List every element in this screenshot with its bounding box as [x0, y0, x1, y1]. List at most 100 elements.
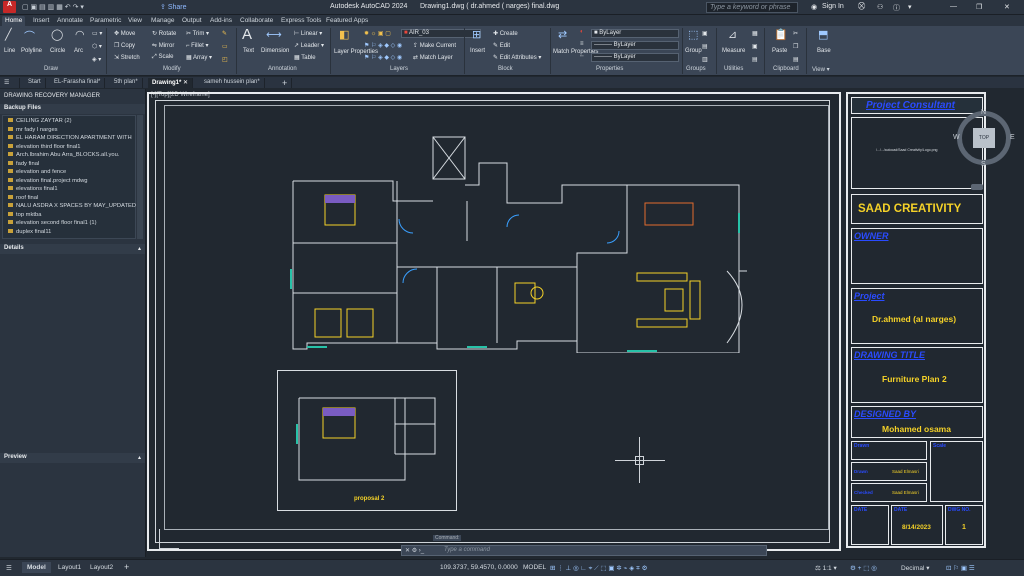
fillet-button[interactable]: ⌐ Fillet ▾: [186, 42, 209, 49]
paste-button[interactable]: Paste: [772, 48, 787, 54]
share-button[interactable]: ⇪ Share: [160, 3, 187, 11]
edit-button[interactable]: ✎ Edit: [493, 42, 510, 49]
draw-extra-icons[interactable]: ▭ ▾ ⬡ ▾ ◈ ▾: [92, 30, 102, 63]
group-icon[interactable]: ⬚: [688, 28, 698, 41]
doc-tab-start[interactable]: Start: [24, 78, 46, 88]
copy-button[interactable]: ❐ Copy: [114, 42, 135, 49]
signin-button[interactable]: Sign In: [822, 3, 844, 10]
layout1-tab[interactable]: Layout1: [58, 564, 81, 571]
arc-icon[interactable]: ◠: [75, 28, 85, 41]
groups-panel-label[interactable]: Groups: [686, 66, 706, 72]
lineweight-icon[interactable]: ≡: [580, 41, 584, 47]
clipboard-panel-label[interactable]: Clipboard: [773, 66, 799, 72]
doc-tab-sameh[interactable]: sameh hussein plan*: [200, 78, 265, 88]
paste-icon[interactable]: 📋: [774, 28, 788, 41]
wcs-menu[interactable]: [971, 184, 983, 190]
drawing-canvas[interactable]: [-][Top][2D Wireframe] proposal 2 Projec…: [147, 89, 1024, 557]
file-item[interactable]: elevation third floor final1: [8, 144, 80, 150]
file-item[interactable]: elevation and fence: [8, 169, 66, 175]
file-item[interactable]: elevation final.project mdwg: [8, 178, 88, 184]
color-wheel-icon[interactable]: ◐: [580, 29, 584, 35]
minimize-button[interactable]: —: [950, 3, 957, 10]
linetype-icon[interactable]: ┄: [580, 53, 584, 60]
utility-tools-icons[interactable]: ▦ ▣ ▤: [752, 30, 758, 63]
tab-parametric[interactable]: Parametric: [87, 16, 124, 26]
viewcube-south[interactable]: S: [981, 161, 986, 168]
tab-view[interactable]: View: [125, 16, 145, 26]
tab-manage[interactable]: Manage: [148, 16, 178, 26]
line-icon[interactable]: ╱: [5, 28, 12, 41]
doc-tab-5th-plan[interactable]: 5th plan*: [110, 78, 143, 88]
rotate-button[interactable]: ↻ Rotate: [152, 30, 176, 37]
doc-tab-drawing1[interactable]: Drawing1* ✕: [148, 78, 194, 88]
file-item[interactable]: top mktba: [8, 212, 41, 218]
command-icons[interactable]: ✕ ⚙ ›_: [405, 547, 424, 554]
circle-button[interactable]: Circle: [50, 48, 65, 54]
make-current-button[interactable]: ⇪ Make Current: [413, 42, 456, 49]
move-button[interactable]: ✥ Move: [114, 30, 135, 37]
array-button[interactable]: ▦ Array ▾: [186, 54, 212, 61]
clipboard-tools-icons[interactable]: ✂ ❐ ▤: [793, 30, 799, 63]
viewcube-north[interactable]: N: [981, 109, 986, 116]
measure-icon[interactable]: ⊿: [728, 28, 737, 41]
insert-button[interactable]: Insert: [470, 48, 485, 54]
command-input[interactable]: Type a command: [444, 547, 490, 553]
maximize-button[interactable]: ❐: [976, 3, 982, 11]
help-icon[interactable]: ⓘ: [893, 3, 900, 13]
insert-icon[interactable]: ⊞: [472, 28, 481, 41]
search-input[interactable]: Type a keyword or phrase: [706, 2, 798, 13]
tab-express-tools[interactable]: Express Tools: [278, 16, 324, 26]
layer-tools2-icons[interactable]: ⚑ ⚐ ◈ ◆ ◇ ◉: [364, 54, 402, 61]
polyline-button[interactable]: Polyline: [21, 48, 42, 54]
circle-icon[interactable]: ◯: [51, 28, 63, 41]
backup-files-header[interactable]: Backup Files: [0, 104, 145, 114]
file-item[interactable]: elevation second floor final1 (1): [8, 220, 97, 226]
line-button[interactable]: Line: [4, 48, 15, 54]
file-item[interactable]: duplex final11: [8, 229, 51, 235]
file-item[interactable]: roof final: [8, 195, 38, 201]
group-tools-icons[interactable]: ▣ ▤ ▥: [702, 30, 708, 63]
add-layout-button[interactable]: +: [124, 562, 129, 572]
file-item[interactable]: CEILING ZAYTAR (2): [8, 118, 72, 124]
community-icon[interactable]: ⚇: [877, 3, 883, 11]
layout-menu-icon[interactable]: ☰: [6, 564, 12, 572]
scale-button[interactable]: ⤢ Scale: [152, 54, 173, 61]
mirror-button[interactable]: ⇋ Mirror: [152, 42, 174, 49]
file-item[interactable]: mr fady l narges: [8, 127, 58, 133]
layers-panel-label[interactable]: Layers: [390, 66, 408, 72]
trim-button[interactable]: ✂ Trim ▾: [186, 30, 209, 37]
viewcube-east[interactable]: E: [1010, 134, 1015, 141]
annotation-panel-label[interactable]: Annotation: [268, 66, 297, 72]
details-header[interactable]: Details ▴: [0, 244, 145, 254]
menu-icon[interactable]: ☰: [0, 78, 20, 88]
base-icon[interactable]: ⬒: [818, 28, 828, 41]
model-tab[interactable]: Model: [22, 562, 51, 573]
status-extra-icons[interactable]: ⊡ ⚐ ▣ ☰: [946, 564, 975, 572]
group-button[interactable]: Group: [685, 48, 702, 54]
doc-tab-elfarasha[interactable]: EL-Farasha final*: [50, 78, 106, 88]
arc-button[interactable]: Arc: [74, 48, 83, 54]
text-icon[interactable]: A: [242, 26, 252, 43]
quick-access-toolbar[interactable]: ▢ ▣ ▤ ▥ ▦ ↶ ↷ ▾: [22, 3, 84, 11]
cart-icon[interactable]: ⛒: [858, 3, 865, 11]
measure-button[interactable]: Measure: [722, 48, 745, 54]
dimension-icon[interactable]: ⟷: [266, 28, 282, 41]
polyline-icon[interactable]: ⌒: [24, 28, 35, 44]
match-layer-button[interactable]: ⇄ Match Layer: [413, 54, 453, 61]
viewcube-top[interactable]: TOP: [973, 128, 995, 148]
file-item[interactable]: EL HARAM DIRECTION APARTMENT WITH: [8, 135, 132, 141]
user-icon[interactable]: ◉: [811, 3, 817, 11]
tab-insert[interactable]: Insert: [30, 16, 52, 26]
tab-featured-apps[interactable]: Featured Apps: [323, 16, 371, 26]
drafting-tools-icons[interactable]: ⊞ ⋮ ⊥ ◎ ∟ ⌖ ⟋ ⬚ ▣ ✲ ⌁ ◈ ⌗ ⚙: [550, 564, 647, 573]
base-button[interactable]: Base: [817, 48, 831, 54]
lineweight-dropdown[interactable]: ——— ByLayer: [591, 41, 679, 50]
draw-panel-label[interactable]: Draw: [44, 66, 58, 72]
dimension-button[interactable]: Dimension: [261, 48, 289, 54]
modify-extra-icons[interactable]: ✎ ▭ ◰: [222, 30, 228, 63]
model-space-button[interactable]: MODEL: [523, 564, 546, 571]
file-item[interactable]: fady final: [8, 161, 39, 167]
layout2-tab[interactable]: Layout2: [90, 564, 113, 571]
preview-header[interactable]: Preview ▴: [0, 453, 145, 463]
tab-addins[interactable]: Add-ins: [207, 16, 235, 26]
